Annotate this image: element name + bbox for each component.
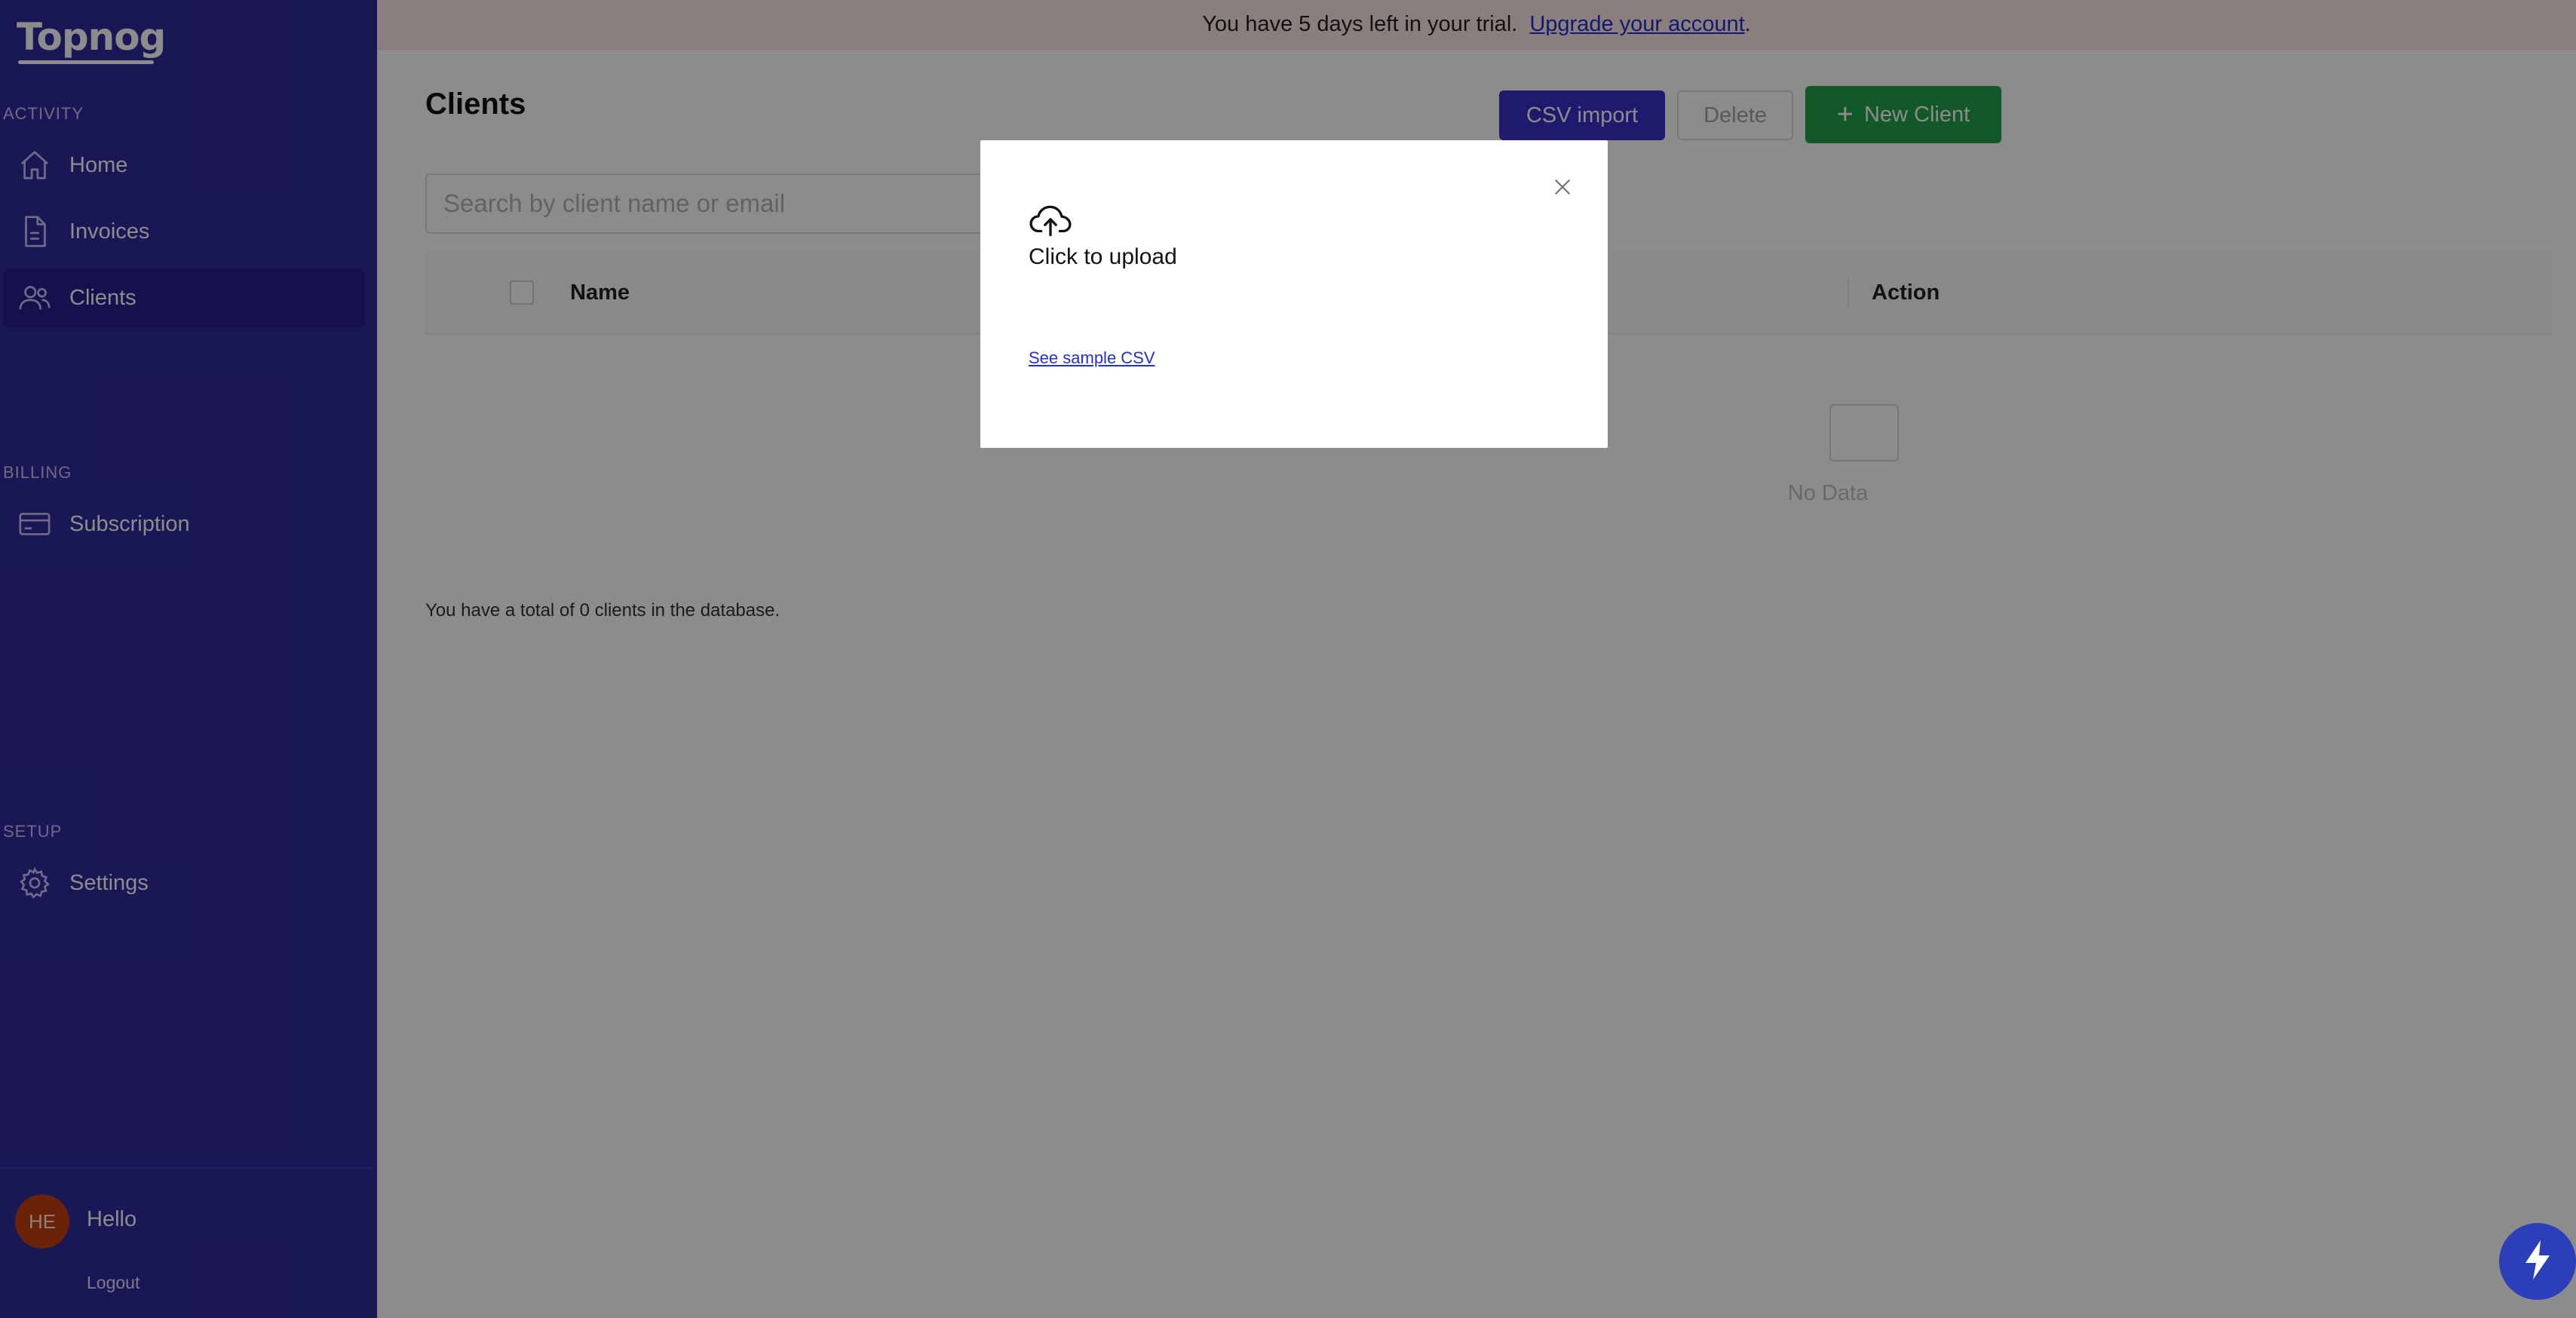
cloud-upload-icon — [1029, 201, 1072, 240]
csv-import-modal: Click to upload See sample CSV — [980, 140, 1608, 448]
upload-label: Click to upload — [1029, 244, 1177, 269]
lightning-icon — [2522, 1240, 2553, 1283]
see-sample-csv-link[interactable]: See sample CSV — [1029, 348, 1155, 368]
quick-action-button[interactable] — [2499, 1223, 2576, 1300]
close-icon[interactable] — [1547, 172, 1578, 202]
upload-dropzone[interactable]: Click to upload — [1029, 201, 1225, 276]
